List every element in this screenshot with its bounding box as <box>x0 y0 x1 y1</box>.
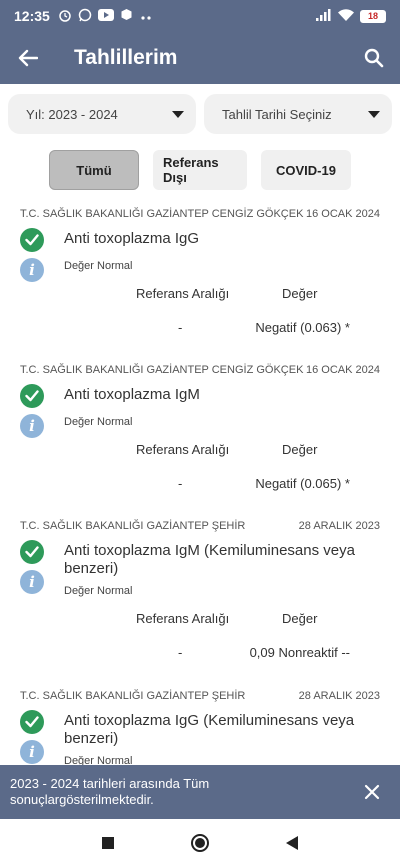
value-label: Değer <box>282 611 318 626</box>
info-icon[interactable]: i <box>20 740 44 764</box>
value-status: Değer Normal <box>64 416 133 428</box>
date-dropdown[interactable]: Tahlil Tarihi Seçiniz <box>204 94 392 134</box>
check-circle-icon <box>20 228 44 252</box>
app-bar: Tahlillerim <box>0 32 400 84</box>
reference-range-value: - <box>178 645 183 660</box>
result-date: 16 OCAK 2024 <box>306 208 380 220</box>
search-icon[interactable] <box>348 32 400 84</box>
check-circle-icon <box>20 540 44 564</box>
result-value: 0,09 Nonreaktif -- <box>249 645 350 660</box>
test-name: Anti toxoplazma IgG <box>64 230 200 247</box>
info-icon[interactable]: i <box>20 414 44 438</box>
value-label: Değer <box>282 442 318 457</box>
check-circle-icon <box>20 384 44 408</box>
tab-covid-19[interactable]: COVID-19 <box>261 150 351 190</box>
hospital-name: T.C. SAĞLIK BAKANLIĞI GAZİANTEP CENGİZ G… <box>20 364 304 376</box>
value-label: Değer <box>282 286 318 301</box>
info-icon[interactable]: i <box>20 570 44 594</box>
back-arrow-icon[interactable] <box>0 32 56 84</box>
info-snackbar: 2023 - 2024 tarihleri arasında Tüm sonuç… <box>0 765 400 819</box>
filter-bar: Yıl: 2023 - 2024 Tahlil Tarihi Seçiniz <box>8 94 392 134</box>
wifi-icon <box>338 8 354 24</box>
reference-range-value: - <box>178 476 183 491</box>
box-icon <box>120 8 133 24</box>
result-date: 16 OCAK 2024 <box>306 364 380 376</box>
test-name: Anti toxoplazma IgG (Kemiluminesans veya… <box>64 712 355 747</box>
date-dropdown-label: Tahlil Tarihi Seçiniz <box>222 106 332 122</box>
result-date: 28 ARALIK 2023 <box>298 690 380 702</box>
page-title: Tahlillerim <box>74 46 178 69</box>
whatsapp-icon <box>78 8 92 25</box>
result-value: Negatif (0.063) * <box>255 320 350 335</box>
more-dots-icon <box>139 8 153 24</box>
reference-range-label: Referans Aralığı <box>136 286 230 301</box>
close-icon[interactable] <box>354 774 390 810</box>
tab-out-of-reference[interactable]: Referans Dışı <box>153 150 247 190</box>
result-card[interactable]: T.C. SAĞLIK BAKANLIĞI GAZİANTEP ŞEHİR 28… <box>0 512 400 682</box>
filter-tabs: Tümü Referans Dışı COVID-19 <box>0 150 400 190</box>
youtube-icon <box>97 8 114 24</box>
caret-down-icon <box>368 110 380 118</box>
status-bar: 12:35 18 <box>0 0 400 32</box>
tab-all[interactable]: Tümü <box>49 150 139 190</box>
recents-square-icon[interactable] <box>96 831 120 855</box>
signal-icon <box>316 8 332 24</box>
check-circle-icon <box>20 710 44 734</box>
alarm-icon <box>58 8 72 25</box>
hospital-name: T.C. SAĞLIK BAKANLIĞI GAZİANTEP ŞEHİR <box>20 690 246 702</box>
info-icon[interactable]: i <box>20 258 44 282</box>
year-dropdown-label: Yıl: 2023 - 2024 <box>26 106 118 122</box>
caret-down-icon <box>172 110 184 118</box>
year-dropdown[interactable]: Yıl: 2023 - 2024 <box>8 94 196 134</box>
back-triangle-icon[interactable] <box>280 831 304 855</box>
reference-range-value: - <box>178 320 183 335</box>
home-circle-icon[interactable] <box>188 831 212 855</box>
result-card[interactable]: T.C. SAĞLIK BAKANLIĞI GAZİANTEP CENGİZ G… <box>0 356 400 512</box>
value-status: Değer Normal <box>64 585 133 597</box>
reference-range-label: Referans Aralığı <box>136 611 230 626</box>
battery-icon: 18 <box>360 9 386 23</box>
test-name: Anti toxoplazma IgM <box>64 386 200 403</box>
value-status: Değer Normal <box>64 260 133 272</box>
status-time: 12:35 <box>14 8 50 24</box>
hospital-name: T.C. SAĞLIK BAKANLIĞI GAZİANTEP ŞEHİR <box>20 520 246 532</box>
test-name: Anti toxoplazma IgM (Kemiluminesans veya… <box>64 542 355 577</box>
result-card[interactable]: T.C. SAĞLIK BAKANLIĞI GAZİANTEP CENGİZ G… <box>0 200 400 356</box>
reference-range-label: Referans Aralığı <box>136 442 230 457</box>
result-value: Negatif (0.065) * <box>255 476 350 491</box>
result-date: 28 ARALIK 2023 <box>298 520 380 532</box>
hospital-name: T.C. SAĞLIK BAKANLIĞI GAZİANTEP CENGİZ G… <box>20 208 304 220</box>
system-nav-bar <box>0 819 400 866</box>
snackbar-message: 2023 - 2024 tarihleri arasında Tüm sonuç… <box>10 776 210 807</box>
